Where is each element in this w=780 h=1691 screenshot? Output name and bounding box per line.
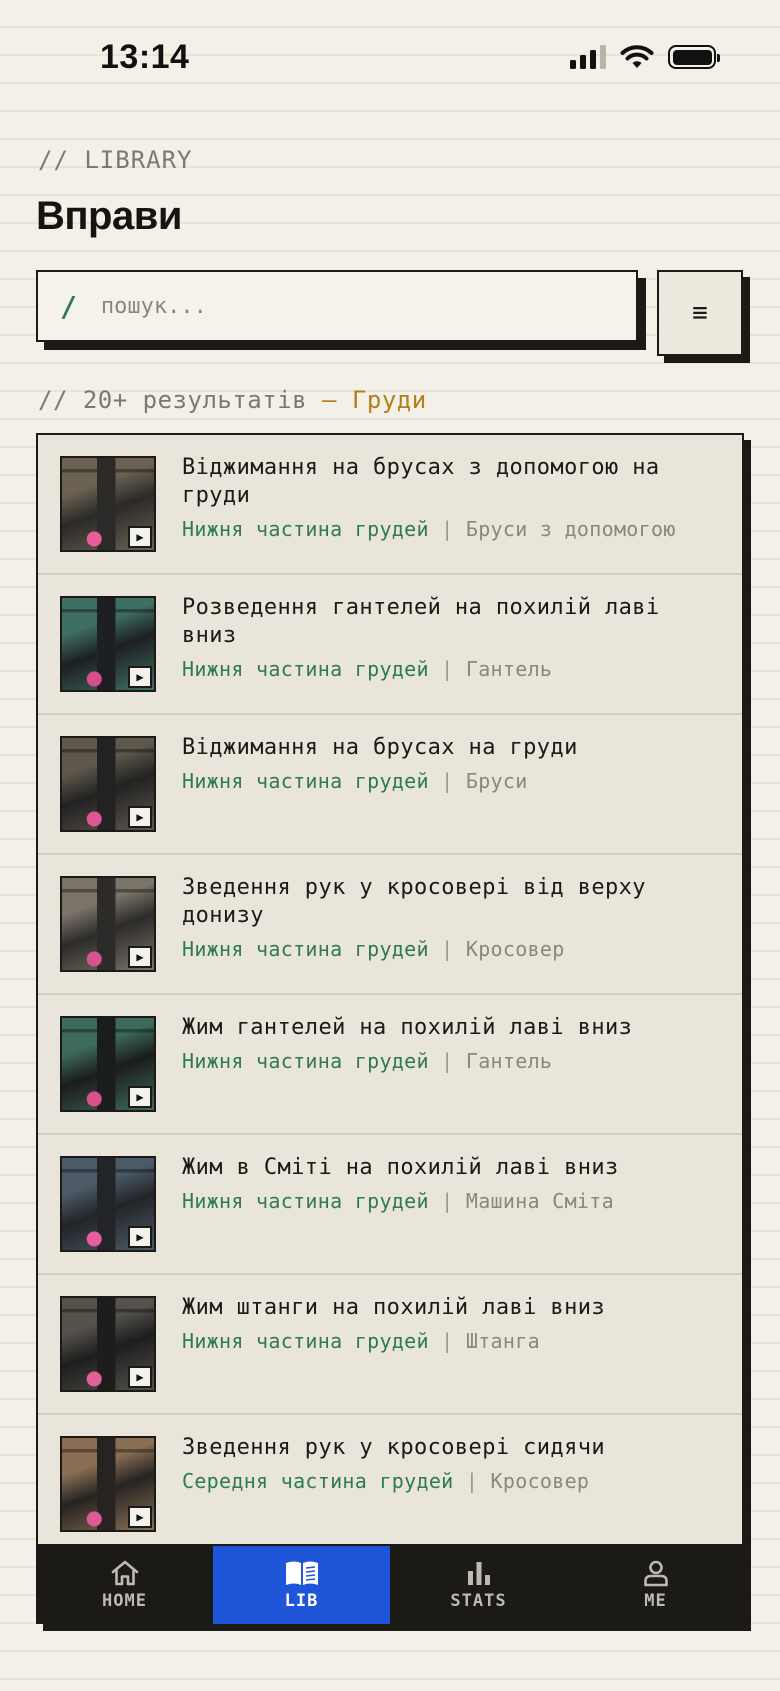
section-eyebrow: // LIBRARY [38, 146, 193, 174]
exercise-row[interactable]: ▶ Віджимання на брусах з допомогою на гр… [38, 435, 742, 575]
exercise-thumbnail[interactable]: ▶ [60, 596, 156, 692]
exercise-equipment: Кросовер [490, 1469, 590, 1493]
play-icon[interactable]: ▶ [128, 1366, 152, 1388]
exercise-title: Жим штанги на похилій лаві вниз [182, 1295, 605, 1320]
exercise-equipment: Бруси [465, 769, 528, 793]
tab-lib[interactable]: LIB [213, 1546, 390, 1624]
play-icon[interactable]: ▶ [128, 806, 152, 828]
exercise-title: Зведення рук у кросовері сидячи [182, 1435, 605, 1460]
play-icon[interactable]: ▶ [128, 1086, 152, 1108]
exercise-title: Жим в Сміті на похилій лаві вниз [182, 1155, 619, 1180]
play-icon[interactable]: ▶ [128, 1506, 152, 1528]
exercise-title: Віджимання на брусах з допомогою на груд… [182, 455, 660, 508]
exercise-muscle: Нижня частина грудей [182, 1189, 429, 1213]
wifi-icon [620, 45, 654, 68]
exercise-list: ▶ Віджимання на брусах з допомогою на гр… [36, 433, 744, 1546]
meta-separator: | [428, 1189, 466, 1213]
exercise-equipment: Гантель [465, 657, 553, 681]
results-filter[interactable]: Груди [352, 386, 427, 414]
exercise-muscle: Нижня частина грудей [182, 769, 429, 793]
cellular-signal-icon [570, 45, 606, 69]
exercise-thumbnail[interactable]: ▶ [60, 1436, 156, 1532]
exercise-meta: Нижня частина грудей | Кросовер [182, 936, 722, 962]
results-count: // 20+ результатів [38, 386, 308, 414]
battery-icon [668, 45, 720, 69]
tab-label: LIB [284, 1591, 319, 1611]
exercise-muscle: Нижня частина грудей [182, 937, 429, 961]
exercise-meta: Нижня частина грудей | Бруси з допомогою [182, 516, 722, 542]
search-box[interactable]: / [36, 270, 638, 342]
book-icon [284, 1559, 320, 1587]
meta-separator: | [428, 1049, 466, 1073]
exercise-row[interactable]: ▶ Жим в Сміті на похилій лаві вниз Нижня… [38, 1135, 742, 1275]
exercise-equipment: Бруси з допомогою [465, 517, 676, 541]
exercise-thumbnail[interactable]: ▶ [60, 1296, 156, 1392]
tab-label: ME [644, 1591, 667, 1611]
bottom-tab-bar: HOME LIB STATS ME [36, 1546, 744, 1624]
tab-label: HOME [102, 1591, 147, 1611]
tab-label: STATS [450, 1591, 507, 1611]
play-icon[interactable]: ▶ [128, 666, 152, 688]
exercise-meta: Нижня частина грудей | Штанга [182, 1328, 722, 1354]
user-icon [642, 1559, 670, 1587]
exercise-meta: Нижня частина грудей | Машина Сміта [182, 1188, 722, 1214]
meta-separator: | [453, 1469, 491, 1493]
tab-home[interactable]: HOME [36, 1546, 213, 1624]
exercise-equipment: Кросовер [465, 937, 565, 961]
exercise-muscle: Середня частина грудей [182, 1469, 454, 1493]
tab-stats[interactable]: STATS [390, 1546, 567, 1624]
exercise-equipment: Гантель [465, 1049, 553, 1073]
filter-button[interactable]: ≡ [657, 270, 743, 356]
meta-separator: | [428, 517, 466, 541]
exercise-row[interactable]: ▶ Жим штанги на похилій лаві вниз Нижня … [38, 1275, 742, 1415]
exercise-row[interactable]: ▶ Зведення рук у кросовері від верху дон… [38, 855, 742, 995]
exercise-thumbnail[interactable]: ▶ [60, 736, 156, 832]
meta-separator: | [428, 1329, 466, 1353]
play-icon[interactable]: ▶ [128, 1226, 152, 1248]
exercise-title: Розведення гантелей на похилій лаві вниз [182, 595, 660, 648]
exercise-title: Зведення рук у кросовері від верху дониз… [182, 875, 646, 928]
exercise-muscle: Нижня частина грудей [182, 657, 429, 681]
meta-separator: | [428, 769, 466, 793]
play-icon[interactable]: ▶ [128, 526, 152, 548]
home-icon [110, 1559, 140, 1587]
exercise-meta: Середня частина грудей | Кросовер [182, 1468, 722, 1494]
status-bar: 13:14 [0, 0, 780, 110]
search-prefix: / [60, 289, 77, 323]
exercise-muscle: Нижня частина грудей [182, 1049, 429, 1073]
exercise-row[interactable]: ▶ Жим гантелей на похилій лаві вниз Нижн… [38, 995, 742, 1135]
exercise-equipment: Машина Сміта [465, 1189, 614, 1213]
status-time: 13:14 [100, 38, 190, 76]
exercise-title: Жим гантелей на похилій лаві вниз [182, 1015, 633, 1040]
meta-separator: | [428, 937, 466, 961]
exercise-thumbnail[interactable]: ▶ [60, 456, 156, 552]
filter-lines-icon: ≡ [692, 298, 708, 328]
exercise-title: Віджимання на брусах на груди [182, 735, 578, 760]
exercise-muscle: Нижня частина грудей [182, 1329, 429, 1353]
status-icons [570, 44, 720, 70]
exercise-row[interactable]: ▶ Віджимання на брусах на груди Нижня ча… [38, 715, 742, 855]
tab-me[interactable]: ME [567, 1546, 744, 1624]
exercise-row[interactable]: ▶ Розведення гантелей на похилій лаві вн… [38, 575, 742, 715]
exercise-muscle: Нижня частина грудей [182, 517, 429, 541]
exercise-meta: Нижня частина грудей | Бруси [182, 768, 722, 794]
results-dash: — [307, 386, 352, 414]
page-title: Вправи [36, 194, 182, 238]
meta-separator: | [428, 657, 466, 681]
exercise-thumbnail[interactable]: ▶ [60, 1016, 156, 1112]
search-input[interactable] [98, 292, 583, 320]
play-icon[interactable]: ▶ [128, 946, 152, 968]
exercise-thumbnail[interactable]: ▶ [60, 876, 156, 972]
results-summary: // 20+ результатів — Груди [38, 386, 427, 414]
bar-chart-icon [465, 1559, 493, 1587]
exercise-meta: Нижня частина грудей | Гантель [182, 1048, 722, 1074]
exercise-row[interactable]: ▶ Зведення рук у кросовері сидячи Середн… [38, 1415, 742, 1544]
exercise-equipment: Штанга [465, 1329, 540, 1353]
exercise-thumbnail[interactable]: ▶ [60, 1156, 156, 1252]
exercise-meta: Нижня частина грудей | Гантель [182, 656, 722, 682]
